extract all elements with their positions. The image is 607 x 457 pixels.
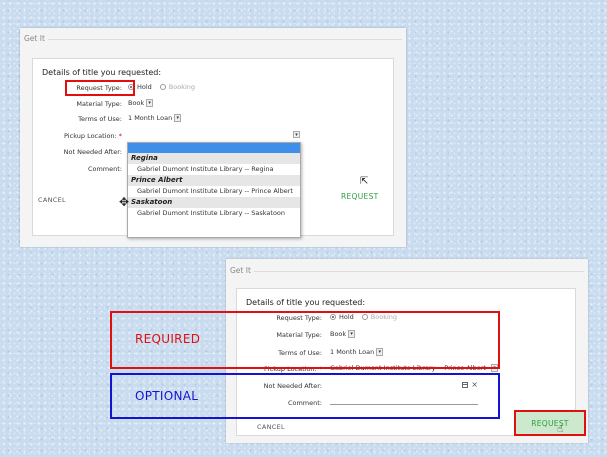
top-booking-label: Booking [168,83,196,91]
top-terms-label: Terms of Use: [78,115,122,123]
bottom-panel-title: Get It [230,266,251,275]
top-material-type-select[interactable]: Book ▾ [128,99,154,107]
top-comment-label: Comment: [87,165,122,173]
bottom-request-label: REQUEST [531,418,569,428]
top-pickup-select[interactable]: ▾ [128,131,300,140]
top-panel-title: Get It [24,34,45,43]
optional-annotation-label: OPTIONAL [135,389,199,403]
top-pickup-dropdown-list[interactable]: Regina Gabriel Dumont Institute Library … [127,142,301,238]
top-hold-label: Hold [137,83,152,91]
dropdown-group-regina: Regina [128,153,300,164]
dropdown-group-saskatoon: Saskatoon [128,197,300,208]
top-request-type-options: Hold Booking [128,83,203,91]
chevron-down-icon[interactable]: ▾ [174,114,182,122]
top-request-button[interactable]: REQUEST [341,192,379,201]
bottom-request-button[interactable]: REQUEST [514,410,586,436]
top-pickup-label-text: Pickup Location: [64,132,117,140]
top-booking-radio[interactable] [159,84,166,90]
top-section-heading: Details of title you requested: [42,68,162,77]
top-material-type-value: Book [128,99,145,107]
dropdown-group-prince-albert: Prince Albert [128,175,300,186]
chevron-down-icon[interactable]: ▾ [293,131,300,138]
top-pickup-label: Pickup Location: * [64,132,122,140]
required-annotation-label: REQUIRED [135,332,201,346]
hand-cursor-icon: ☝ [557,424,564,435]
top-terms-value: 1 Month Loan [128,114,173,122]
top-not-needed-label: Not Needed After: [63,148,122,156]
bottom-section-heading: Details of title you requested: [246,298,366,307]
top-request-type-highlight [65,80,135,96]
chevron-down-icon[interactable]: ▾ [146,99,154,107]
required-star: * [118,132,122,140]
move-cursor-icon: ✥ [119,195,130,209]
top-cancel-button[interactable]: CANCEL [38,196,66,204]
dropdown-option-prince-albert[interactable]: Gabriel Dumont Institute Library -- Prin… [128,186,300,197]
top-material-type-label: Material Type: [76,100,122,108]
dropdown-option-regina[interactable]: Gabriel Dumont Institute Library -- Regi… [128,164,300,175]
dropdown-selected-row[interactable] [128,143,300,153]
dropdown-option-saskatoon[interactable]: Gabriel Dumont Institute Library -- Sask… [128,208,300,219]
bottom-title-rule [254,271,584,272]
pointer-cursor-icon: ⇱ [360,176,369,187]
bottom-cancel-button[interactable]: CANCEL [257,423,285,431]
top-title-rule [48,39,402,40]
top-terms-select[interactable]: 1 Month Loan ▾ [128,114,182,122]
